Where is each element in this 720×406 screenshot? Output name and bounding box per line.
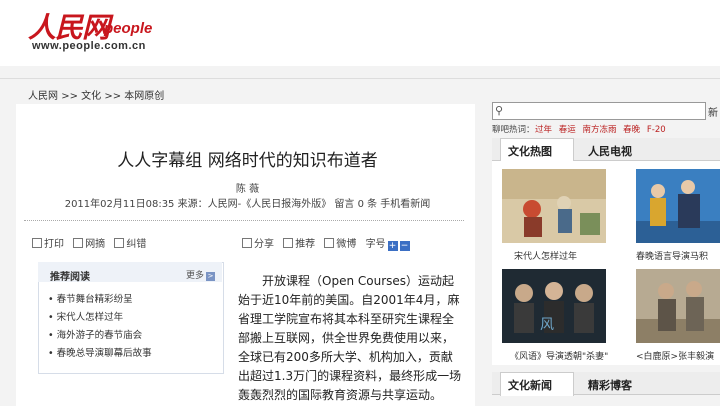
article-tools-left: 打印 网摘 纠错 xyxy=(32,235,152,250)
film-still-image xyxy=(636,269,720,343)
breadcrumb-sep: >> xyxy=(61,91,78,102)
recommend-item[interactable]: • 宋代人怎样过年 xyxy=(48,309,123,323)
svg-text:风: 风 xyxy=(540,317,554,333)
photo-thumbnail[interactable]: 风 xyxy=(502,269,606,343)
breadcrumb: 人民网 >> 文化 >> 本网原创 xyxy=(28,87,164,102)
breadcrumb-sep: >> xyxy=(104,91,122,102)
edit-icon xyxy=(114,238,125,248)
print-icon xyxy=(32,238,42,248)
font-size-control: 字号 + − xyxy=(365,239,410,251)
photo-caption[interactable]: 春晚语言导演马积 xyxy=(636,249,708,262)
weibo-icon xyxy=(324,238,335,248)
tab-label[interactable]: 文化热图 xyxy=(508,143,552,159)
recommend-item[interactable]: • 春晚总导演聊幕后故事 xyxy=(48,345,152,359)
article-author: 陈 薇 xyxy=(235,184,260,195)
photo-panel: 宋代人怎样过年 春晚语言导演马积 风 《风语》导演透朝"杀妻" <白鹿原>张丰毅… xyxy=(492,161,720,365)
hot-word-link[interactable]: 过年 xyxy=(535,125,552,135)
divider xyxy=(0,78,720,79)
font-increase-icon[interactable]: + xyxy=(387,241,398,251)
tab-people-tv[interactable]: 人民电视 xyxy=(588,143,632,159)
site-logo-english[interactable]: people xyxy=(104,20,152,37)
photo-thumbnail[interactable] xyxy=(636,269,720,343)
photo-caption[interactable]: 宋代人怎样过年 xyxy=(514,249,577,262)
weibo-button[interactable]: 微博 xyxy=(324,238,356,250)
tab-label[interactable]: 文化新闻 xyxy=(508,377,552,393)
movie-poster-image: 风 xyxy=(502,269,606,343)
recommend-item[interactable]: • 海外游子的春节庙会 xyxy=(48,327,142,341)
breadcrumb-home[interactable]: 人民网 xyxy=(28,91,58,102)
more-link[interactable]: 更多 > xyxy=(186,268,216,281)
article-tools-right: 分享 推荐 微博 字号 + − xyxy=(242,235,416,251)
recommend-title: 推荐阅读 xyxy=(50,272,90,283)
recommend-button[interactable]: 推荐 xyxy=(283,238,315,250)
thumb-icon xyxy=(283,238,294,248)
hot-words-label: 聊吧热词： xyxy=(492,125,535,135)
share-button[interactable]: 分享 xyxy=(242,238,274,250)
site-url: www.people.com.cn xyxy=(32,40,146,52)
search-icon: ⚲ xyxy=(495,104,504,117)
painting-image xyxy=(502,169,606,243)
divider xyxy=(24,220,464,221)
hot-words: 过年 春运 南方冻雨 春晚 F-20 xyxy=(535,123,666,135)
hot-word-link[interactable]: 南方冻雨 xyxy=(582,125,616,135)
article-title: 人人字幕组 网络时代的知识布道者 xyxy=(117,151,378,171)
tab-featured-blogs[interactable]: 精彩博客 xyxy=(588,377,632,393)
photo-thumbnail[interactable] xyxy=(502,169,606,243)
font-decrease-icon[interactable]: − xyxy=(399,241,410,251)
print-button[interactable]: 打印 xyxy=(32,238,64,250)
search-input[interactable] xyxy=(492,102,706,120)
hot-word-link[interactable]: 春晚 xyxy=(623,125,640,135)
recommend-item[interactable]: • 春节舞台精彩纷呈 xyxy=(48,291,133,305)
hot-word-link[interactable]: 春运 xyxy=(559,125,576,135)
photo-caption[interactable]: 《风语》导演透朝"杀妻" xyxy=(510,349,608,362)
report-error-button[interactable]: 纠错 xyxy=(114,238,146,250)
article-body: 开放课程（Open Courses）运动起始于近10年前的美国。自2001年4月… xyxy=(238,274,462,402)
hot-word-link[interactable]: F-20 xyxy=(647,125,666,135)
stage-image xyxy=(636,169,720,243)
arrow-right-icon: > xyxy=(206,272,216,281)
photo-caption[interactable]: <白鹿原>张丰毅演 xyxy=(636,349,714,362)
search-button[interactable]: 新 xyxy=(708,104,718,119)
article-meta: 2011年02月11日08:35 来源：人民网-《人民日报海外版》 留言 0 条… xyxy=(64,199,431,210)
share-icon xyxy=(242,238,252,248)
bookmark-icon xyxy=(73,238,84,248)
bookmark-button[interactable]: 网摘 xyxy=(73,238,105,250)
photo-thumbnail[interactable] xyxy=(636,169,720,243)
breadcrumb-culture[interactable]: 文化 xyxy=(81,91,101,102)
breadcrumb-original[interactable]: 本网原创 xyxy=(124,91,164,102)
